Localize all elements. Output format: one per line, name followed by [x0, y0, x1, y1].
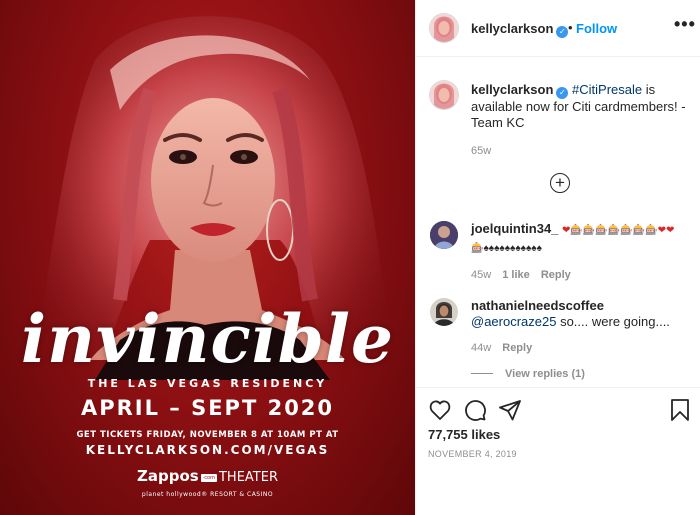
- header-separator: •: [568, 20, 573, 35]
- poster-tickets-line: GET TICKETS FRIDAY, NOVEMBER 8 AT 10AM P…: [76, 430, 339, 440]
- poster-title: invincible: [21, 300, 394, 378]
- view-replies-button[interactable]: View replies (1): [471, 368, 585, 380]
- instagram-post: invincible THE LAS VEGAS RESIDENCY APRIL…: [0, 0, 700, 515]
- comment-reply-button[interactable]: Reply: [502, 342, 532, 354]
- comment-emoji-row1: ❤🎰🎰🎰🎰🎰🎰🎰❤❤: [562, 225, 675, 236]
- author-username[interactable]: kellyclarkson ✓: [471, 21, 569, 38]
- comment-time[interactable]: 44w: [471, 342, 491, 354]
- commenter-avatar[interactable]: [430, 298, 458, 326]
- comment-emoji-row2: 🎰♠♠♠♠♠♠♠♠♠♠♠: [471, 243, 542, 254]
- comment-item: joelquintin34_ ❤🎰🎰🎰🎰🎰🎰🎰❤❤ 🎰♠♠♠♠♠♠♠♠♠♠♠ 4…: [471, 221, 691, 283]
- commenter-avatar-image: [430, 221, 458, 249]
- author-avatar-image: [430, 14, 458, 42]
- poster-venue: Zappos ·com THEATER: [0, 467, 415, 485]
- poster-url: KELLYCLARKSON.COM/VEGAS: [85, 443, 330, 457]
- replies-divider: [471, 373, 493, 374]
- comment-username[interactable]: nathanielneedscoffee: [471, 298, 604, 313]
- poster-subtitle: THE LAS VEGAS RESIDENCY: [87, 377, 328, 390]
- comment-meta: 45w 1 like Reply: [471, 267, 691, 283]
- post-caption: kellyclarkson ✓ #CitiPresale is available…: [471, 82, 686, 159]
- caption-time[interactable]: 65w: [471, 143, 686, 159]
- comment-meta: 44w Reply: [471, 340, 691, 356]
- comment-icon[interactable]: [463, 398, 487, 422]
- post-image[interactable]: invincible THE LAS VEGAS RESIDENCY APRIL…: [0, 0, 415, 515]
- follow-button[interactable]: Follow: [576, 21, 617, 36]
- post-side-panel: kellyclarkson ✓ • Follow ••• kellyclarkso…: [415, 0, 700, 515]
- comment-reply-button[interactable]: Reply: [541, 269, 571, 281]
- author-username-text[interactable]: kellyclarkson: [471, 21, 553, 36]
- comment-time[interactable]: 45w: [471, 269, 491, 281]
- venue-badge: ·com: [200, 473, 217, 482]
- poster-dates: APRIL – SEPT 2020: [80, 396, 335, 420]
- bookmark-icon[interactable]: [668, 398, 692, 422]
- comment-username[interactable]: joelquintin34_: [471, 221, 558, 236]
- more-options-icon[interactable]: •••: [674, 14, 696, 35]
- send-icon[interactable]: [498, 398, 522, 422]
- load-more-comments-icon[interactable]: +: [550, 173, 570, 193]
- view-replies-label[interactable]: View replies (1): [505, 368, 585, 380]
- comment-mention[interactable]: @aerocraze25: [471, 314, 556, 329]
- commenter-avatar-image: [430, 298, 458, 326]
- comment-likes[interactable]: 1 like: [502, 269, 530, 281]
- comment-item: nathanielneedscoffee @aerocraze25 so....…: [471, 298, 691, 356]
- caption-username[interactable]: kellyclarkson: [471, 82, 553, 97]
- caption-avatar-image: [430, 81, 458, 109]
- comment-text: so.... were going....: [556, 314, 670, 329]
- venue-brand: Zappos: [136, 467, 199, 485]
- heart-icon[interactable]: [428, 398, 452, 422]
- author-avatar[interactable]: [430, 14, 458, 42]
- verified-icon: ✓: [556, 87, 569, 99]
- post-date[interactable]: NOVEMBER 4, 2019: [428, 449, 517, 459]
- caption-hashtag[interactable]: #CitiPresale: [572, 82, 642, 97]
- venue-word: THEATER: [218, 470, 278, 485]
- caption-avatar[interactable]: [430, 81, 458, 109]
- post-header: kellyclarkson ✓ • Follow •••: [416, 0, 700, 57]
- likes-count[interactable]: 77,755 likes: [428, 427, 500, 442]
- poster-resort: planet hollywood® RESORT & CASINO: [141, 491, 274, 498]
- commenter-avatar[interactable]: [430, 221, 458, 249]
- verified-icon: ✓: [556, 26, 569, 38]
